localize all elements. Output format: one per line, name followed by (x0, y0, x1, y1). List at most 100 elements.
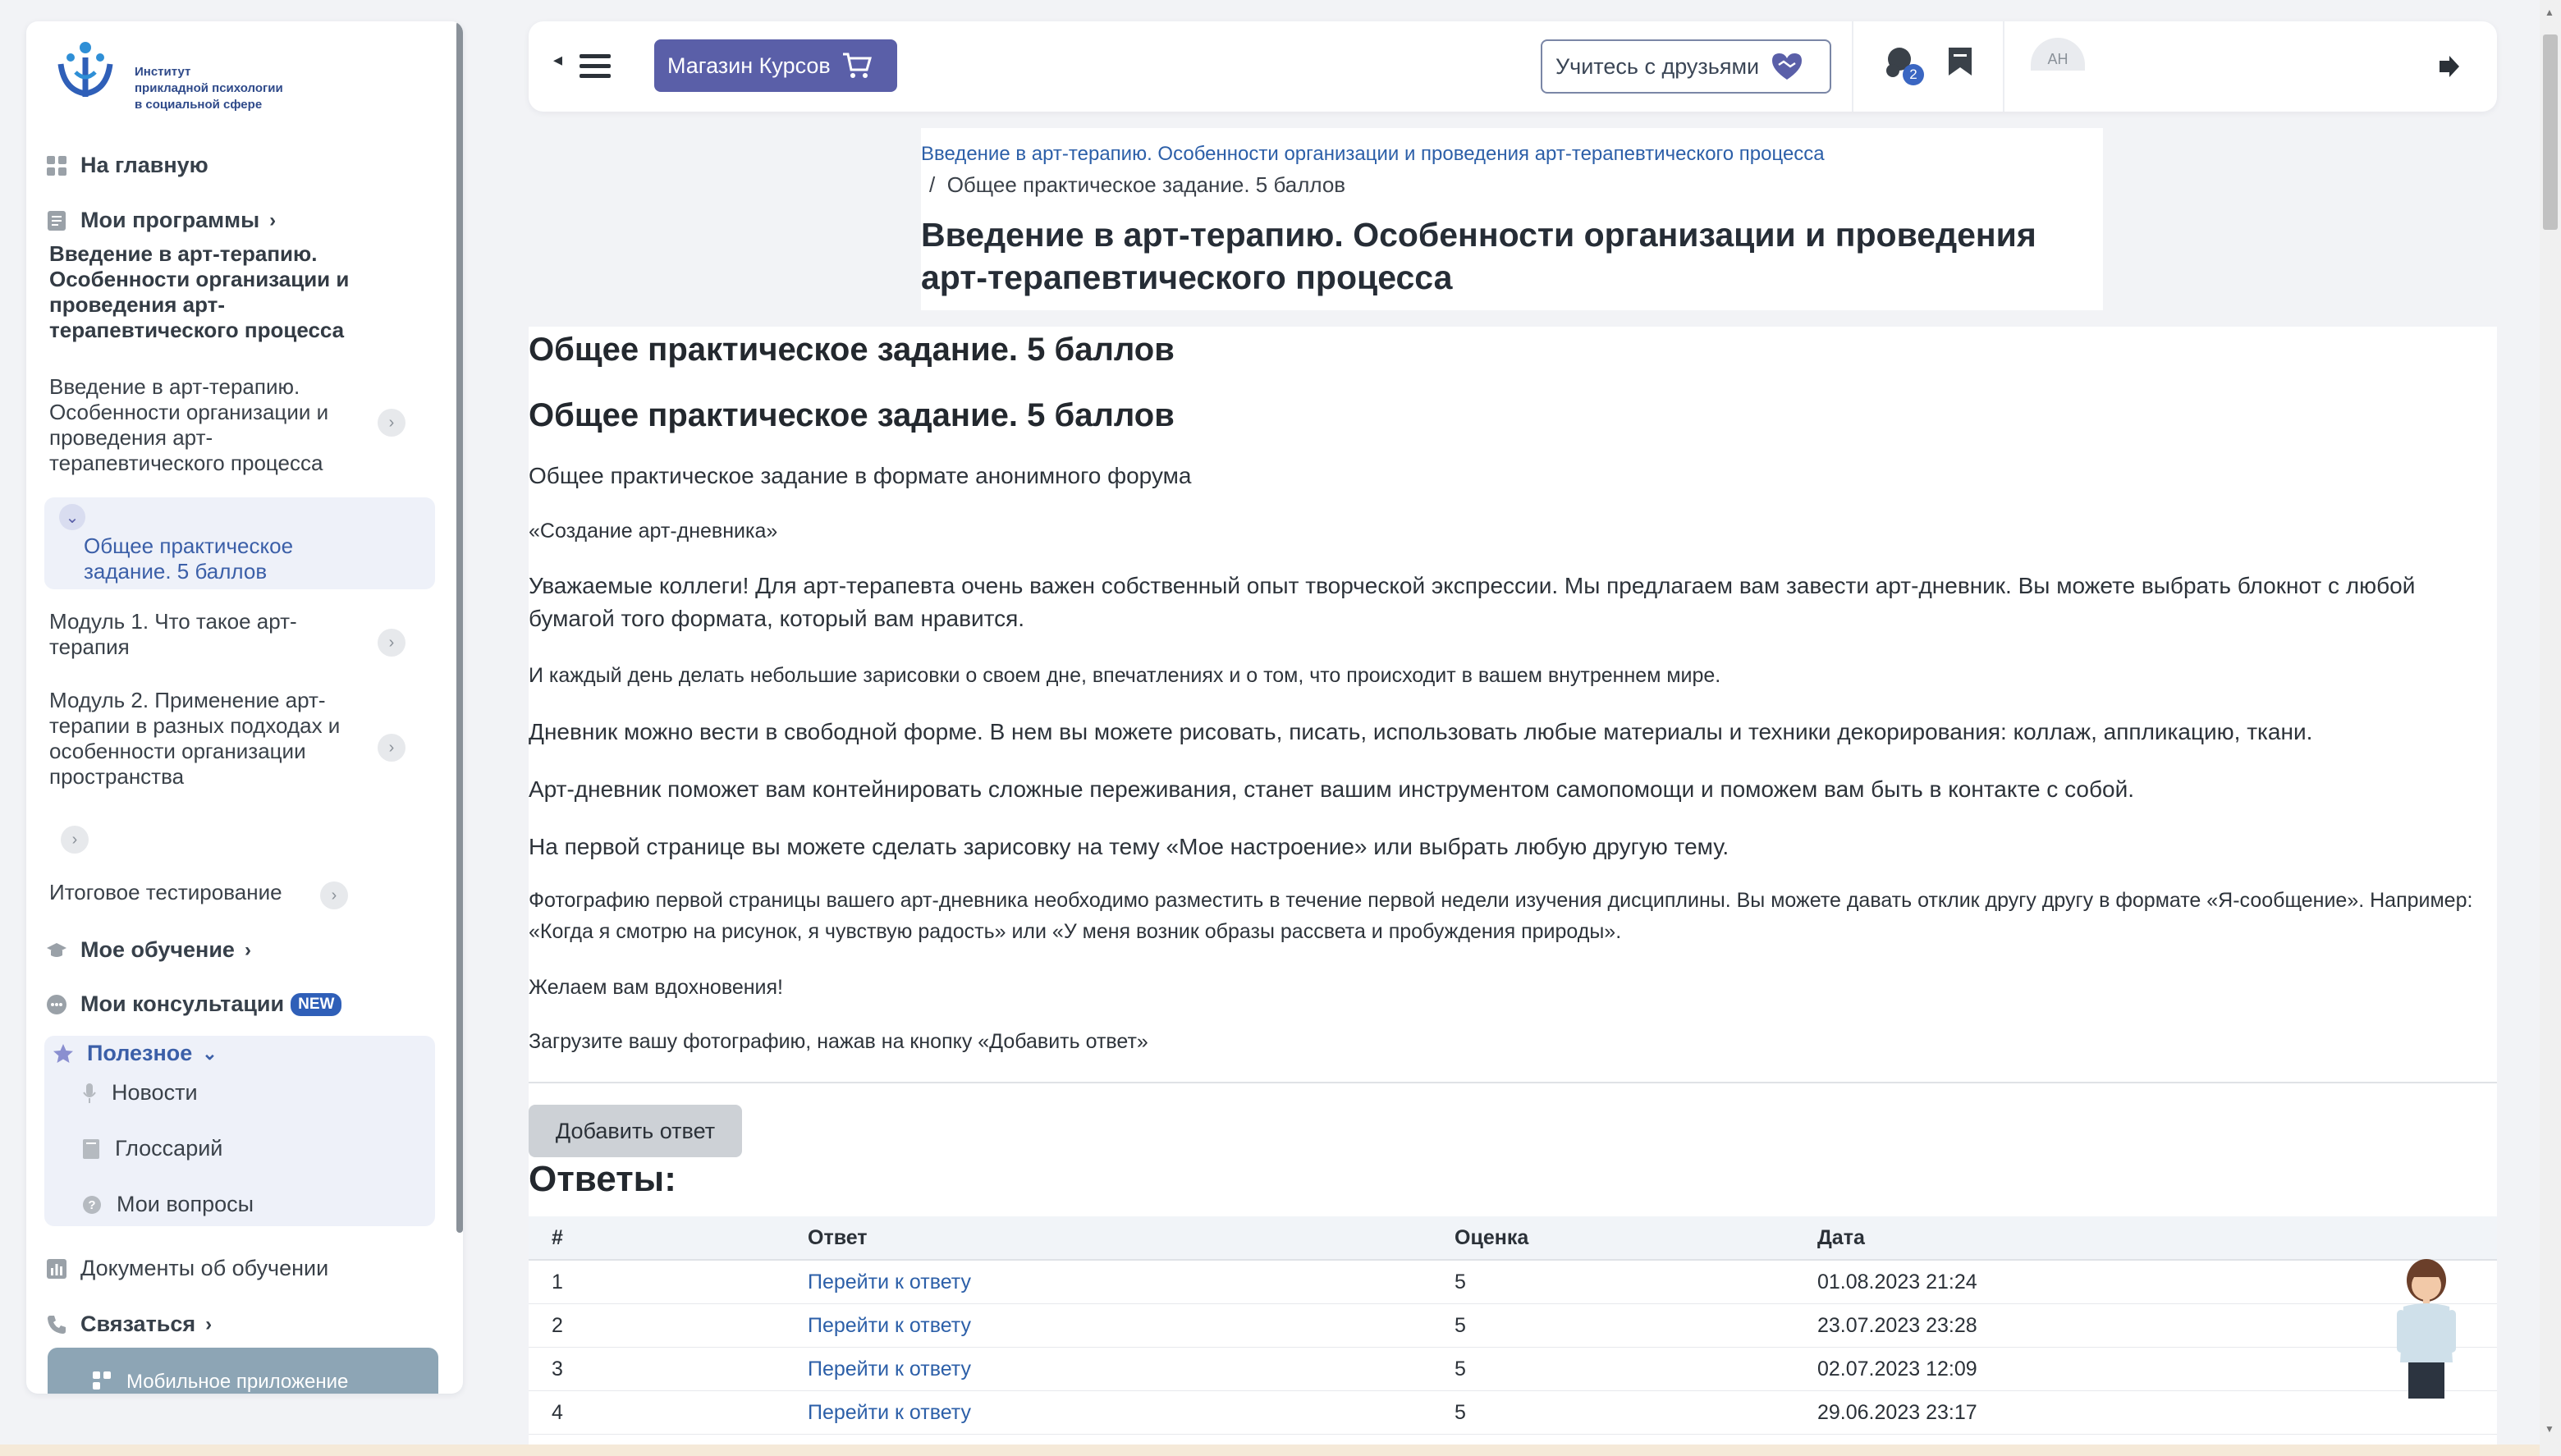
paragraph: Желаем вам вдохновения! (529, 976, 783, 999)
assignment-heading: Общее практическое задание. 5 баллов (529, 332, 1175, 368)
breadcrumb-separator: / (929, 172, 936, 197)
answer-cell: Перейти к ответу (785, 1347, 1432, 1391)
header-divider (1852, 21, 1853, 112)
divider (529, 1082, 2497, 1083)
sidebar-scrollbar[interactable] (456, 21, 463, 1233)
nav-my-programs-label: Мои программы (80, 208, 260, 232)
answers-table: # Ответ Оценка Дата 1 Перейти к ответу 5… (529, 1216, 2497, 1435)
handshake-heart-icon (1772, 53, 1803, 80)
bottom-strip (0, 1445, 2540, 1456)
paragraph: Общее практическое задание в формате ано… (529, 463, 1192, 488)
nav-useful[interactable]: Полезное ⌄ (53, 1041, 218, 1066)
mobile-app-label: Мобильное приложение (126, 1371, 349, 1393)
page-title: Введение в арт-терапию. Особенности орга… (921, 216, 2036, 296)
sidebar-course-item[interactable]: Введение в арт-терапию. Особенности орга… (49, 374, 378, 476)
paragraph: «Создание арт-дневника» (529, 520, 778, 543)
nav-glossary-label: Глоссарий (115, 1136, 223, 1161)
nav-glossary[interactable]: Глоссарий (82, 1136, 222, 1161)
avatar-initials: АН (2047, 51, 2068, 67)
sidebar-useful-section: Полезное ⌄ Новости Глоссарий ? Мои вопро… (44, 1036, 435, 1226)
column-header: Ответ (785, 1216, 1432, 1261)
breadcrumb-parent-link[interactable]: Введение в арт-терапию. Особенности орга… (921, 143, 1825, 166)
breadcrumb-current-label: Общее практическое задание. 5 баллов (946, 172, 1346, 197)
nav-home[interactable]: На главную (46, 153, 208, 178)
course-shop-button[interactable]: Магазин Курсов (654, 39, 897, 92)
assignment-content: Общее практическое задание. 5 баллов Общ… (529, 327, 2497, 1456)
chevron-down-icon: ⌄ (202, 1042, 218, 1064)
page-scrollbar[interactable]: ▲ ▼ (2540, 0, 2561, 1456)
table-row: 2 Перейти к ответу 5 23.07.2023 23:28 (529, 1303, 2497, 1348)
chevron-right-icon[interactable]: › (61, 826, 89, 854)
final-test-label: Итоговое тестирование (49, 880, 282, 904)
chevron-right-icon[interactable]: › (320, 881, 348, 909)
course-shop-label: Магазин Курсов (667, 53, 831, 78)
paragraph: Уважаемые коллеги! Для арт-терапевта оче… (529, 573, 2416, 631)
nav-documents[interactable]: Документы об обучении (46, 1256, 328, 1281)
hamburger-menu-icon[interactable] (580, 54, 611, 79)
sidebar-module-1[interactable]: Модуль 1. Что такое арт-терапия (49, 609, 345, 660)
graduation-cap-icon (47, 942, 66, 957)
question-icon: ? (83, 1195, 101, 1214)
collapse-arrow-icon[interactable]: ◂ (553, 49, 562, 71)
chevron-right-icon[interactable]: › (378, 409, 405, 437)
chevron-down-icon[interactable]: ⌄ (59, 504, 85, 530)
table-row: 3 Перейти к ответу 5 02.07.2023 12:09 (529, 1347, 2497, 1391)
logout-icon[interactable] (2438, 54, 2462, 79)
table-row: 4 Перейти к ответу 5 29.06.2023 23:17 (529, 1390, 2497, 1435)
scrollbar-thumb[interactable] (2543, 34, 2558, 230)
notification-count-badge: 2 (1903, 64, 1924, 85)
nav-my-consultations-label: Мои консультации (80, 991, 285, 1016)
column-header: Дата (1794, 1216, 2497, 1261)
nav-news[interactable]: Новости (82, 1080, 198, 1106)
go-to-answer-link[interactable]: Перейти к ответу (808, 1314, 971, 1337)
go-to-answer-link[interactable]: Перейти к ответу (808, 1401, 971, 1424)
nav-contact[interactable]: Связаться › (46, 1312, 212, 1337)
scroll-up-icon[interactable]: ▲ (2545, 7, 2554, 18)
answer-cell: Перейти к ответу (785, 1390, 1432, 1435)
logo-line-2: прикладной психологии (135, 81, 283, 95)
nav-my-learning[interactable]: Мое обучение › (46, 937, 251, 963)
avatar[interactable]: АН (2031, 38, 2085, 71)
sidebar-module-2[interactable]: Модуль 2. Применение арт-терапии в разны… (49, 688, 378, 790)
paragraph: На первой странице вы можете сделать зар… (529, 834, 1729, 859)
sidebar-final-test[interactable]: Итоговое тестирование (49, 880, 282, 905)
chevron-right-icon[interactable]: › (378, 629, 405, 657)
apps-icon (93, 1371, 111, 1390)
logo-text: Институт прикладной психологии в социаль… (135, 64, 283, 113)
row-number: 2 (529, 1303, 785, 1348)
nav-my-consultations[interactable]: Мои консультации NEW (46, 991, 342, 1017)
scroll-down-icon[interactable]: ▼ (2545, 1423, 2554, 1435)
header-divider (2003, 21, 2004, 112)
answer-cell: Перейти к ответу (785, 1260, 1432, 1304)
add-answer-button[interactable]: Добавить ответ (529, 1105, 742, 1157)
paragraph: Дневник можно вести в свободной форме. В… (529, 719, 2313, 744)
go-to-answer-link[interactable]: Перейти к ответу (808, 1358, 971, 1380)
sidebar-course-title[interactable]: Введение в арт-терапию. Особенности орга… (49, 241, 394, 343)
column-header: # (529, 1216, 785, 1261)
go-to-answer-link[interactable]: Перейти к ответу (808, 1271, 971, 1293)
logo-icon (57, 42, 113, 97)
nav-my-programs[interactable]: Мои программы › (46, 208, 276, 233)
programs-icon (48, 210, 66, 231)
answers-heading: Ответы: (529, 1159, 676, 1199)
dashboard-icon (47, 155, 66, 176)
breadcrumb-current: / Общее практическое задание. 5 баллов (929, 172, 1345, 198)
top-header: ◂ Магазин Курсов Учитесь с друзьями 2 АН (529, 21, 2497, 112)
learn-with-friends-button[interactable]: Учитесь с друзьями (1541, 39, 1831, 94)
bookmark-icon[interactable] (1947, 46, 1973, 77)
nav-my-questions[interactable]: ? Мои вопросы (82, 1192, 254, 1217)
mobile-app-button[interactable]: Мобильное приложение (48, 1348, 438, 1394)
nav-my-questions-label: Мои вопросы (117, 1192, 254, 1216)
notifications-button[interactable]: 2 (1885, 46, 1924, 87)
row-number: 1 (529, 1260, 785, 1304)
chevron-right-icon[interactable]: › (378, 734, 405, 762)
sidebar: Институт прикладной психологии в социаль… (26, 21, 463, 1394)
answer-cell: Перейти к ответу (785, 1303, 1432, 1348)
sidebar-active-item[interactable]: ⌄ Общее практическое задание. 5 баллов (44, 497, 435, 589)
nav-documents-label: Документы об обучении (80, 1256, 329, 1280)
row-number: 4 (529, 1390, 785, 1435)
logo-line-1: Институт (135, 65, 191, 79)
assistant-mascot-icon[interactable] (2385, 1256, 2467, 1403)
chevron-right-icon: › (205, 1312, 213, 1335)
assignment-subheading: Общее практическое задание. 5 баллов (529, 397, 1175, 433)
